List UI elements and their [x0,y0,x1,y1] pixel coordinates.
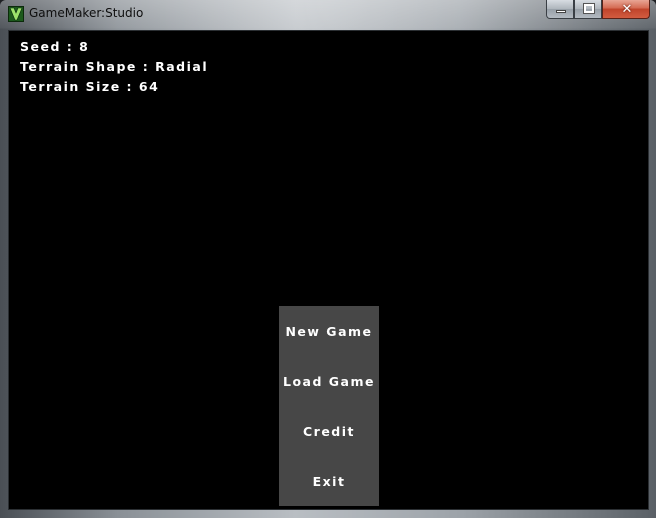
window-title: GameMaker:Studio [29,6,144,20]
title-bar[interactable]: GameMaker:Studio ✕ [0,0,656,29]
game-viewport[interactable]: Seed : 8 Terrain Shape : Radial Terrain … [8,30,649,510]
gamemaker-logo-icon [8,6,24,22]
maximize-icon [584,4,594,13]
close-button[interactable]: ✕ [602,0,650,19]
main-menu: New Game Load Game Credit Exit [279,306,379,506]
maximize-button[interactable] [574,0,602,19]
minimize-button[interactable] [546,0,574,19]
terrain-shape-label: Terrain Shape : Radial [20,59,209,74]
app-window: GameMaker:Studio ✕ Seed : 8 Terrain Shap… [0,0,656,518]
terrain-size-label: Terrain Size : 64 [20,79,160,94]
minimize-icon [556,10,566,13]
seed-label: Seed : 8 [20,39,90,54]
new-game-button[interactable]: New Game [279,306,379,356]
credit-button[interactable]: Credit [279,406,379,456]
close-icon: ✕ [621,2,633,17]
load-game-button[interactable]: Load Game [279,356,379,406]
window-bottom-border [0,510,656,518]
caption-buttons: ✕ [546,0,650,19]
exit-button[interactable]: Exit [279,456,379,506]
